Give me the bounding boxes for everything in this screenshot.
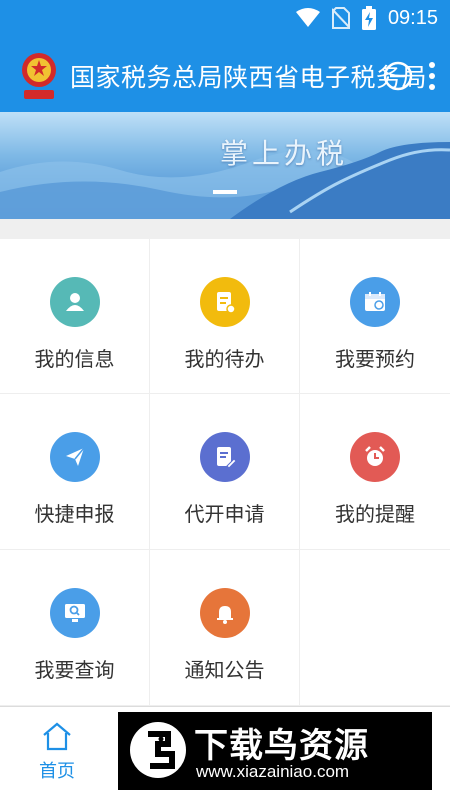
section-divider <box>0 219 450 239</box>
search-monitor-icon <box>49 588 100 638</box>
menu-item-reminders[interactable]: 我的提醒 <box>300 394 450 550</box>
menu-label: 我的提醒 <box>335 502 415 526</box>
menu-label: 代开申请 <box>184 502 265 526</box>
banner-indicator <box>213 190 237 194</box>
todo-list-icon <box>199 277 250 327</box>
watermark-title: 下载鸟资源 <box>194 726 369 766</box>
menu-item-notices[interactable]: 通知公告 <box>150 550 300 706</box>
tax-emblem-icon <box>22 53 56 99</box>
banner-text: 掌上办税 <box>220 137 349 170</box>
bird-logo-icon <box>130 722 186 778</box>
menu-item-quick-filing[interactable]: 快捷申报 <box>0 394 150 550</box>
menu-item-my-todo[interactable]: 我的待办 <box>150 239 300 394</box>
user-icon <box>49 277 100 327</box>
menu-label: 我要查询 <box>34 658 115 682</box>
watermark-overlay: 下载鸟资源 www.xiazainiao.com <box>118 712 432 790</box>
menu-label: 我的信息 <box>34 347 115 371</box>
paper-plane-icon <box>49 432 100 482</box>
menu-item-invoice-request[interactable]: 代开申请 <box>150 394 300 550</box>
header-actions <box>382 60 436 92</box>
menu-label: 通知公告 <box>184 658 265 682</box>
tab-home-label: 首页 <box>39 761 75 782</box>
scan-icon[interactable] <box>382 60 414 92</box>
status-time: 09:15 <box>387 6 438 29</box>
home-icon <box>43 722 71 751</box>
no-sim-icon <box>331 7 350 29</box>
more-icon[interactable] <box>428 60 436 92</box>
tab-home[interactable]: 首页 <box>22 719 92 783</box>
menu-label: 我的待办 <box>184 347 265 371</box>
menu-item-appointment[interactable]: 我要预约 <box>300 239 450 394</box>
document-edit-icon <box>199 432 250 482</box>
bell-icon <box>199 588 250 638</box>
banner[interactable]: 掌上办税 <box>0 112 450 219</box>
wifi-icon <box>295 8 320 27</box>
battery-charging-icon <box>361 6 376 30</box>
calendar-icon <box>350 277 400 327</box>
alarm-clock-icon <box>350 432 400 482</box>
status-icons: 09:15 <box>295 6 438 30</box>
app-header: 国家税务总局陕西省电子税务局 <box>0 40 450 112</box>
watermark-url: www.xiazainiao.com <box>196 762 350 781</box>
menu-item-query[interactable]: 我要查询 <box>0 550 150 706</box>
menu-label: 快捷申报 <box>34 502 115 526</box>
service-grid: 我的信息 我的待办 我要预约 快捷申报 代开申请 我的提醒 我要查询 通知公告 <box>0 239 450 706</box>
page-title: 国家税务总局陕西省电子税务局 <box>70 63 428 92</box>
menu-item-my-info[interactable]: 我的信息 <box>0 239 150 394</box>
menu-item-empty <box>300 550 450 706</box>
status-bar: 09:15 <box>0 0 450 40</box>
menu-label: 我要预约 <box>335 347 415 371</box>
